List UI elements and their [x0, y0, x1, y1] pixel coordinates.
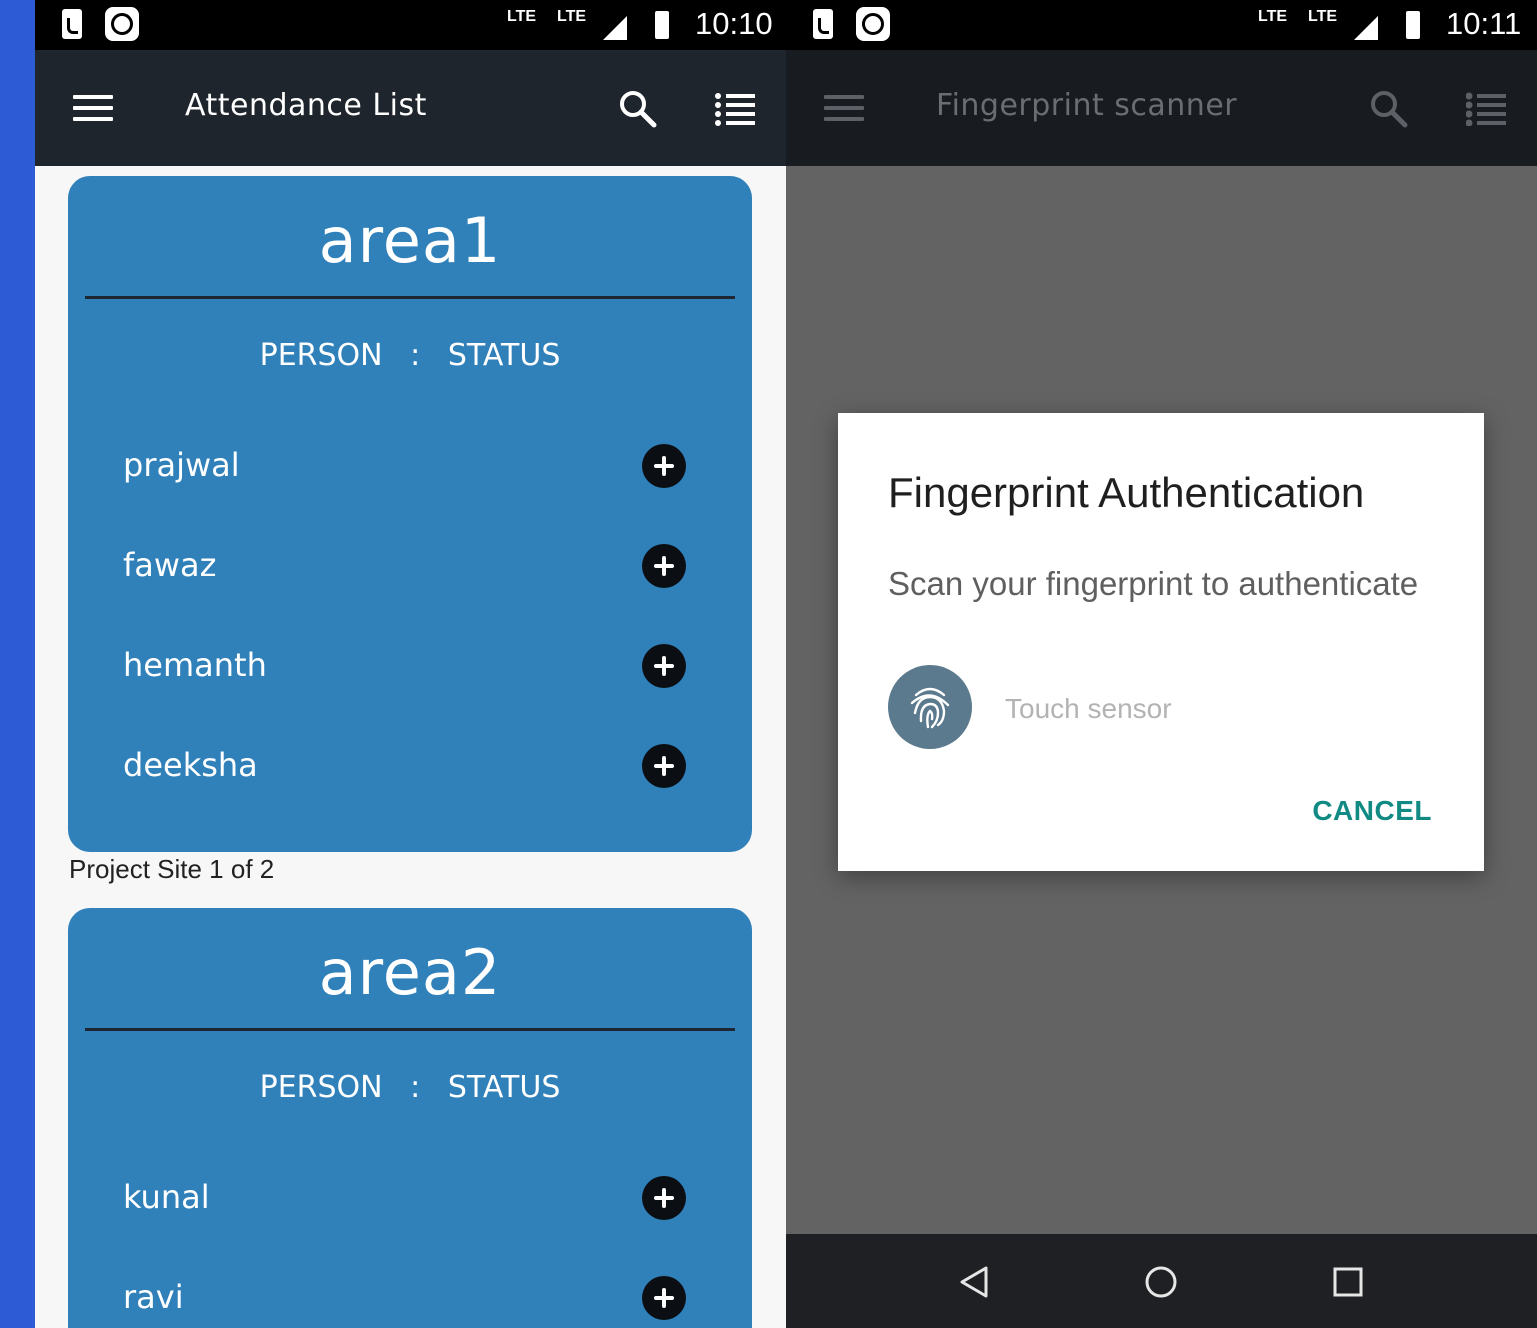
app-bar: Attendance List [35, 50, 786, 166]
add-status-icon[interactable] [642, 544, 686, 588]
add-status-icon[interactable] [642, 1276, 686, 1320]
background-edge [0, 0, 35, 1328]
person-name: kunal [123, 1178, 210, 1216]
home-icon[interactable] [1141, 1262, 1181, 1302]
area-card: area2 PERSON : STATUS kunal ravi [68, 908, 752, 1328]
hamburger-icon[interactable] [73, 95, 113, 121]
add-status-icon[interactable] [642, 444, 686, 488]
column-header: PERSON : STATUS [68, 338, 752, 373]
attendance-phone-screen: LTE LTE 10:10 Attendance List area1 PERS… [35, 0, 786, 1328]
list-item: prajwal [68, 436, 752, 496]
signal-icon [603, 16, 627, 40]
status-bar: LTE LTE 10:11 [786, 0, 1537, 50]
battery-icon [1406, 11, 1420, 39]
fingerprint-dialog: Fingerprint Authentication Scan your fin… [838, 413, 1484, 871]
area-title: area1 [318, 204, 502, 277]
list-item: fawaz [68, 536, 752, 596]
screenshot-stage: LTE LTE 10:10 Attendance List area1 PERS… [0, 0, 1537, 1328]
page-title: Attendance List [185, 88, 427, 123]
navigation-bar [786, 1234, 1537, 1328]
person-name: fawaz [123, 546, 217, 584]
list-icon[interactable] [715, 92, 755, 126]
add-status-icon[interactable] [642, 1176, 686, 1220]
dialog-message: Scan your fingerprint to authenticate [888, 565, 1419, 602]
list-icon [1466, 92, 1506, 126]
cancel-button[interactable]: CANCEL [1312, 795, 1432, 827]
list-item: deeksha [68, 736, 752, 796]
app-bar: Fingerprint scanner [786, 50, 1537, 166]
app-notification-icon [856, 7, 890, 41]
network-label: LTE [557, 8, 587, 25]
person-name: ravi [123, 1278, 184, 1316]
area-title: area2 [318, 936, 502, 1009]
person-column-label: PERSON [259, 1070, 383, 1105]
list-item: ravi [68, 1268, 752, 1328]
column-separator: : [410, 338, 421, 373]
person-name: prajwal [123, 446, 240, 484]
column-header: PERSON : STATUS [68, 1070, 752, 1105]
person-column-label: PERSON [259, 338, 383, 373]
status-bar: LTE LTE 10:10 [35, 0, 786, 50]
list-item: hemanth [68, 636, 752, 696]
call-notification-icon [62, 9, 82, 39]
status-column-label: STATUS [447, 338, 561, 373]
column-separator: : [410, 1070, 421, 1105]
signal-icon [1354, 16, 1378, 40]
call-notification-icon [813, 9, 833, 39]
site-caption: Project Site 1 of 2 [69, 854, 275, 884]
divider [85, 1028, 735, 1031]
add-status-icon[interactable] [642, 644, 686, 688]
app-notification-icon [105, 7, 139, 41]
area-card: area1 PERSON : STATUS prajwal fawaz hema… [68, 176, 752, 852]
search-icon[interactable] [617, 88, 657, 128]
status-time: 10:11 [1446, 6, 1522, 41]
list-item: kunal [68, 1168, 752, 1228]
fingerprint-phone-screen: LTE LTE 10:11 Fingerprint scanner Finger… [786, 0, 1537, 1328]
hamburger-icon [824, 95, 864, 121]
battery-icon [655, 11, 669, 39]
fingerprint-icon [888, 665, 972, 749]
person-name: hemanth [123, 646, 267, 684]
recents-icon[interactable] [1328, 1262, 1368, 1302]
network-label: LTE [1308, 8, 1338, 25]
back-icon[interactable] [954, 1262, 994, 1302]
status-time: 10:10 [695, 6, 773, 41]
person-name: deeksha [123, 746, 258, 784]
dialog-title: Fingerprint Authentication [888, 469, 1365, 516]
search-icon [1371, 91, 1408, 128]
add-status-icon[interactable] [642, 744, 686, 788]
divider [85, 296, 735, 299]
sensor-status: Touch sensor [1005, 693, 1172, 724]
network-label: LTE [1258, 8, 1288, 25]
status-column-label: STATUS [447, 1070, 561, 1105]
network-label: LTE [507, 8, 537, 25]
page-title: Fingerprint scanner [936, 88, 1238, 123]
